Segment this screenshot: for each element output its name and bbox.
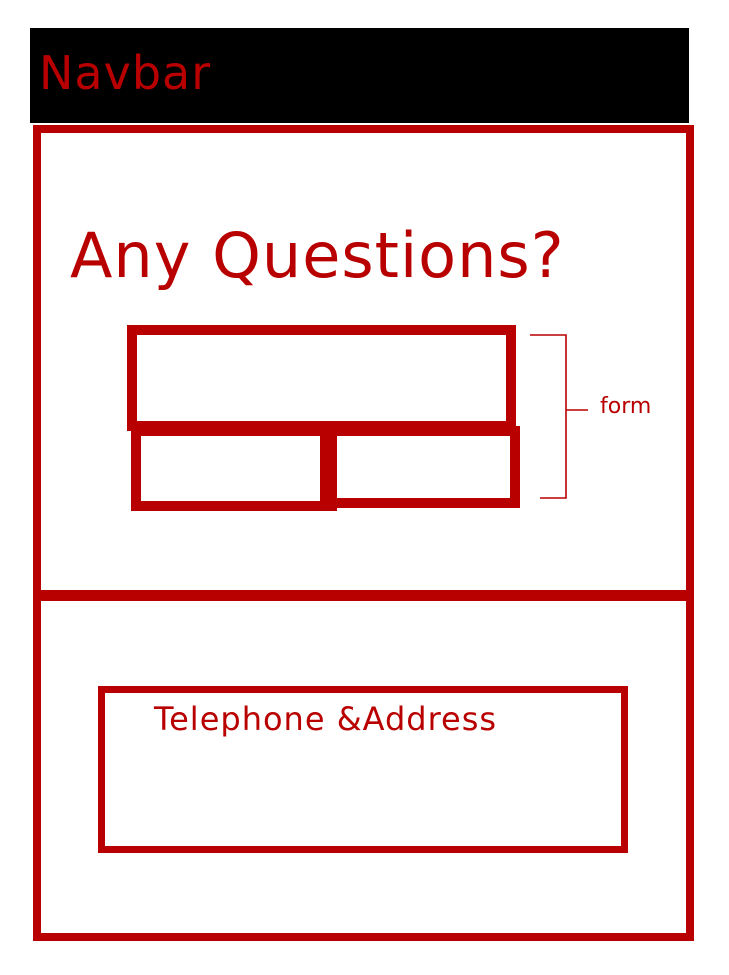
contact-label: Telephone &Address: [154, 700, 498, 738]
section-divider: [33, 590, 694, 601]
navbar: Navbar: [30, 28, 689, 123]
navbar-label: Navbar: [39, 46, 212, 100]
form-field-right[interactable]: [320, 426, 520, 508]
form-field-left[interactable]: [131, 426, 337, 511]
form-field-message[interactable]: [127, 325, 516, 431]
form-annotation-label: form: [600, 394, 652, 419]
form-bracket: [530, 334, 588, 499]
page-title: Any Questions?: [70, 219, 565, 292]
